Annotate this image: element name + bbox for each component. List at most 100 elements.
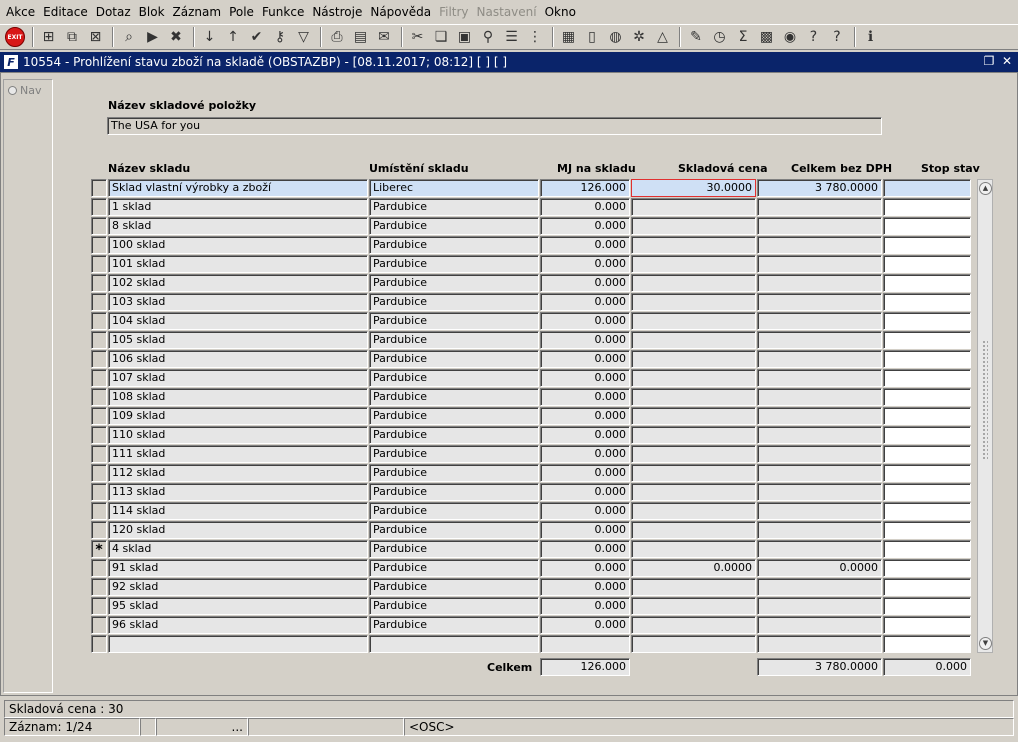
- row-marker[interactable]: [91, 388, 107, 406]
- stop-stock-cell[interactable]: [883, 293, 971, 311]
- cut-icon[interactable]: ✂: [407, 26, 429, 48]
- stop-stock-cell[interactable]: [883, 198, 971, 216]
- total-cell[interactable]: [757, 407, 882, 425]
- price-cell[interactable]: [631, 616, 756, 634]
- row-marker[interactable]: [91, 597, 107, 615]
- warehouse-location-cell[interactable]: Pardubice: [369, 445, 539, 463]
- total-cell[interactable]: [757, 217, 882, 235]
- context-help-icon[interactable]: ?: [826, 26, 848, 48]
- row-marker[interactable]: [91, 217, 107, 235]
- quantity-cell[interactable]: 0.000: [540, 559, 630, 577]
- exit-button[interactable]: EXIT: [4, 26, 26, 48]
- warehouse-location-cell[interactable]: Pardubice: [369, 407, 539, 425]
- quantity-cell[interactable]: 0.000: [540, 597, 630, 615]
- warehouse-location-cell[interactable]: Pardubice: [369, 350, 539, 368]
- stop-stock-cell[interactable]: [883, 502, 971, 520]
- total-cell[interactable]: [757, 597, 882, 615]
- cancel-query-icon[interactable]: ✖: [165, 26, 187, 48]
- total-cell[interactable]: [757, 521, 882, 539]
- quantity-cell[interactable]: 0.000: [540, 521, 630, 539]
- table-row[interactable]: * 4 sklad Pardubice 0.000: [91, 540, 971, 559]
- row-marker[interactable]: [91, 635, 107, 653]
- nav-radio[interactable]: [8, 86, 17, 95]
- triangle-icon[interactable]: △: [652, 26, 674, 48]
- total-cell[interactable]: [757, 483, 882, 501]
- warehouse-name-cell[interactable]: 91 sklad: [108, 559, 368, 577]
- world-icon[interactable]: ◉: [779, 26, 801, 48]
- table-row[interactable]: 1 sklad Pardubice 0.000: [91, 198, 971, 217]
- print-icon[interactable]: ⎙: [326, 26, 348, 48]
- total-cell[interactable]: [757, 616, 882, 634]
- price-cell[interactable]: 0.0000: [631, 559, 756, 577]
- warehouse-name-cell[interactable]: Sklad vlastní výrobky a zboží: [108, 179, 368, 197]
- total-cell[interactable]: [757, 445, 882, 463]
- price-cell[interactable]: [631, 426, 756, 444]
- warehouse-location-cell[interactable]: Pardubice: [369, 369, 539, 387]
- table-row[interactable]: 8 sklad Pardubice 0.000: [91, 217, 971, 236]
- scroll-down-icon[interactable]: ▼: [979, 637, 992, 650]
- price-cell[interactable]: [631, 312, 756, 330]
- sort-desc-icon[interactable]: ↑: [222, 26, 244, 48]
- table-row[interactable]: 103 sklad Pardubice 0.000: [91, 293, 971, 312]
- total-cell[interactable]: [757, 464, 882, 482]
- quantity-cell[interactable]: 0.000: [540, 217, 630, 235]
- stop-stock-cell[interactable]: [883, 578, 971, 596]
- search-icon[interactable]: ⚲: [477, 26, 499, 48]
- sum-icon[interactable]: Σ: [732, 26, 754, 48]
- restore-window-icon[interactable]: ❐: [982, 54, 996, 68]
- table-row[interactable]: 96 sklad Pardubice 0.000: [91, 616, 971, 635]
- total-cell[interactable]: 3 780.0000: [757, 179, 882, 197]
- stop-stock-cell[interactable]: [883, 445, 971, 463]
- total-cell[interactable]: [757, 236, 882, 254]
- quantity-cell[interactable]: [540, 635, 630, 653]
- quantity-cell[interactable]: 0.000: [540, 445, 630, 463]
- price-cell[interactable]: [631, 502, 756, 520]
- total-cell[interactable]: [757, 578, 882, 596]
- table-row[interactable]: 112 sklad Pardubice 0.000: [91, 464, 971, 483]
- table-row[interactable]: 91 sklad Pardubice 0.000 0.0000 0.0000: [91, 559, 971, 578]
- menu-9[interactable]: Filtry: [435, 0, 472, 24]
- row-marker[interactable]: [91, 616, 107, 634]
- row-marker[interactable]: [91, 483, 107, 501]
- menu-3[interactable]: Blok: [135, 0, 169, 24]
- menu-7[interactable]: Nástroje: [308, 0, 366, 24]
- row-marker[interactable]: [91, 559, 107, 577]
- table-row[interactable]: Sklad vlastní výrobky a zboží Liberec 126.…: [91, 179, 971, 198]
- sort-asc-icon[interactable]: ↓: [199, 26, 221, 48]
- warehouse-name-cell[interactable]: 101 sklad: [108, 255, 368, 273]
- price-cell[interactable]: [631, 521, 756, 539]
- stop-stock-cell[interactable]: [883, 217, 971, 235]
- price-cell[interactable]: [631, 198, 756, 216]
- total-cell[interactable]: [757, 369, 882, 387]
- price-cell[interactable]: [631, 331, 756, 349]
- table-row[interactable]: 104 sklad Pardubice 0.000: [91, 312, 971, 331]
- stop-stock-cell[interactable]: [883, 369, 971, 387]
- warehouse-name-cell[interactable]: 104 sklad: [108, 312, 368, 330]
- table-row[interactable]: 92 sklad Pardubice 0.000: [91, 578, 971, 597]
- total-cell[interactable]: [757, 274, 882, 292]
- warehouse-name-cell[interactable]: 113 sklad: [108, 483, 368, 501]
- stop-stock-cell[interactable]: [883, 179, 971, 197]
- price-cell[interactable]: [631, 635, 756, 653]
- add-record-icon[interactable]: ⊞: [38, 26, 60, 48]
- warehouse-location-cell[interactable]: Pardubice: [369, 597, 539, 615]
- price-cell[interactable]: [631, 597, 756, 615]
- row-marker[interactable]: *: [91, 540, 107, 558]
- check-icon[interactable]: ✔: [246, 26, 268, 48]
- menu-11[interactable]: Okno: [541, 0, 580, 24]
- row-marker[interactable]: [91, 521, 107, 539]
- row-marker[interactable]: [91, 407, 107, 425]
- quantity-cell[interactable]: 0.000: [540, 198, 630, 216]
- stop-stock-cell[interactable]: [883, 483, 971, 501]
- quantity-cell[interactable]: 0.000: [540, 331, 630, 349]
- warehouse-location-cell[interactable]: Pardubice: [369, 388, 539, 406]
- warehouse-name-cell[interactable]: 111 sklad: [108, 445, 368, 463]
- stop-stock-cell[interactable]: [883, 407, 971, 425]
- warehouse-location-cell[interactable]: [369, 635, 539, 653]
- warehouse-name-cell[interactable]: 100 sklad: [108, 236, 368, 254]
- row-marker[interactable]: [91, 331, 107, 349]
- quantity-cell[interactable]: 0.000: [540, 312, 630, 330]
- price-cell[interactable]: [631, 274, 756, 292]
- scroll-up-icon[interactable]: ▲: [979, 182, 992, 195]
- row-marker[interactable]: [91, 502, 107, 520]
